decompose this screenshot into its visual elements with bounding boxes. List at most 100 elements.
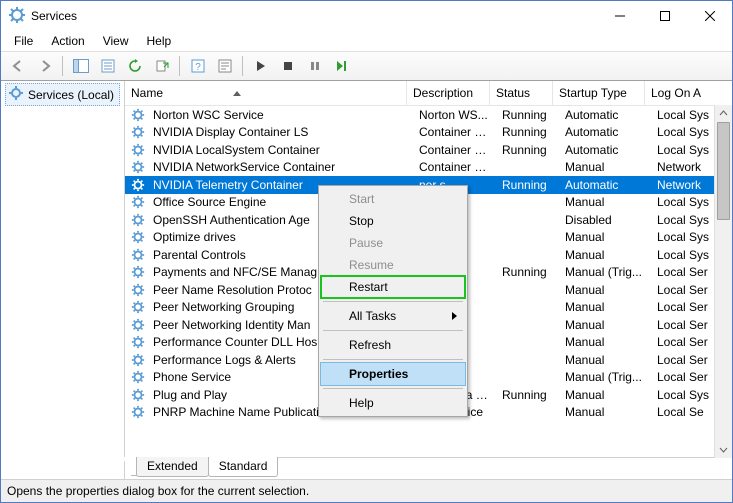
forward-button[interactable] [32,54,57,78]
export-button[interactable] [149,54,174,78]
service-startup: Manual [559,335,651,349]
service-desc: Container s... [413,125,496,139]
gear-icon [125,143,153,157]
minimize-button[interactable] [597,1,642,31]
stop-service-button[interactable] [275,54,300,78]
menu-file[interactable]: File [5,32,42,50]
gear-icon [125,108,153,122]
status-text: Opens the properties dialog box for the … [7,484,309,498]
ctx-refresh[interactable]: Refresh [321,334,465,356]
service-startup: Manual [559,405,651,419]
ctx-all-tasks[interactable]: All Tasks [321,305,465,327]
gear-icon [125,195,153,209]
vertical-scrollbar[interactable] [714,105,732,458]
service-name: NVIDIA Display Container LS [153,125,413,139]
tab-extended[interactable]: Extended [136,457,209,477]
service-row[interactable]: NVIDIA LocalSystem ContainerContainer s.… [125,141,732,159]
menu-view[interactable]: View [94,32,138,50]
gear-icon [125,370,153,384]
gear-icon [125,335,153,349]
service-status: Running [496,388,559,402]
service-desc: Container s... [413,143,496,157]
ctx-resume: Resume [321,254,465,276]
gear-icon [125,213,153,227]
ctx-stop[interactable]: Stop [321,210,465,232]
sidebar-item-label: Services (Local) [28,88,114,102]
ctx-help[interactable]: Help [321,392,465,414]
toolbar: ? [1,51,732,81]
service-startup: Manual [559,230,651,244]
app-icon [9,7,25,26]
gear-icon [8,85,24,104]
service-startup: Manual (Trig... [559,370,651,384]
service-startup: Manual [559,160,651,174]
gear-icon [125,318,153,332]
statusbar: Opens the properties dialog box for the … [1,480,732,502]
titlebar: Services [1,1,732,31]
context-menu: Start Stop Pause Resume Restart All Task… [318,185,468,417]
gear-icon [125,230,153,244]
help-button[interactable]: ? [185,54,210,78]
scroll-down-icon[interactable] [715,441,732,458]
column-headers: Name Description Status Startup Type Log… [125,81,732,106]
service-row[interactable]: NVIDIA NetworkService ContainerContainer… [125,159,732,177]
gear-icon [125,300,153,314]
menu-action[interactable]: Action [42,32,93,50]
service-startup: Manual [559,195,651,209]
scroll-thumb[interactable] [717,122,730,220]
svg-text:?: ? [195,62,201,73]
view-tabs: Extended Standard [125,457,732,479]
gear-icon [125,283,153,297]
ctx-properties[interactable]: Properties [320,362,466,386]
gear-icon [125,405,153,419]
service-status: Running [496,265,559,279]
service-name: NVIDIA LocalSystem Container [153,143,413,157]
export-list-button[interactable] [95,54,120,78]
maximize-button[interactable] [642,1,687,31]
pause-service-button[interactable] [302,54,327,78]
col-name[interactable]: Name [125,81,407,105]
ctx-start: Start [321,188,465,210]
refresh-button[interactable] [122,54,147,78]
service-startup: Manual [559,388,651,402]
service-startup: Manual [559,283,651,297]
service-startup: Automatic [559,108,651,122]
service-startup: Disabled [559,213,651,227]
gear-icon [125,178,153,192]
service-startup: Manual [559,248,651,262]
restart-service-button[interactable] [329,54,354,78]
start-service-button[interactable] [248,54,273,78]
service-startup: Automatic [559,178,651,192]
back-button[interactable] [5,54,30,78]
service-row[interactable]: NVIDIA Display Container LSContainer s..… [125,124,732,142]
col-startup[interactable]: Startup Type [553,81,645,105]
col-logon[interactable]: Log On A [645,81,732,105]
service-desc: Norton WS... [413,108,496,122]
menubar: File Action View Help [1,31,732,51]
service-startup: Manual (Trig... [559,265,651,279]
ctx-restart[interactable]: Restart [321,276,465,298]
gear-icon [125,388,153,402]
col-status[interactable]: Status [490,81,553,105]
gear-icon [125,125,153,139]
col-description[interactable]: Description [407,81,490,105]
ctx-pause: Pause [321,232,465,254]
scroll-up-icon[interactable] [715,105,732,122]
sidebar-item-services-local[interactable]: Services (Local) [5,83,120,106]
gear-icon [125,248,153,262]
service-row[interactable]: Norton WSC ServiceNorton WS...RunningAut… [125,106,732,124]
close-button[interactable] [687,1,732,31]
menu-help[interactable]: Help [138,32,181,50]
service-status: Running [496,125,559,139]
service-name: NVIDIA NetworkService Container [153,160,413,174]
service-status: Running [496,178,559,192]
service-startup: Automatic [559,143,651,157]
window-title: Services [31,9,77,23]
service-status: Running [496,108,559,122]
sidebar: Services (Local) [1,81,125,479]
tab-standard[interactable]: Standard [208,457,279,477]
show-hide-tree-button[interactable] [68,54,93,78]
service-startup: Manual [559,353,651,367]
service-startup: Manual [559,318,651,332]
properties-button[interactable] [212,54,237,78]
